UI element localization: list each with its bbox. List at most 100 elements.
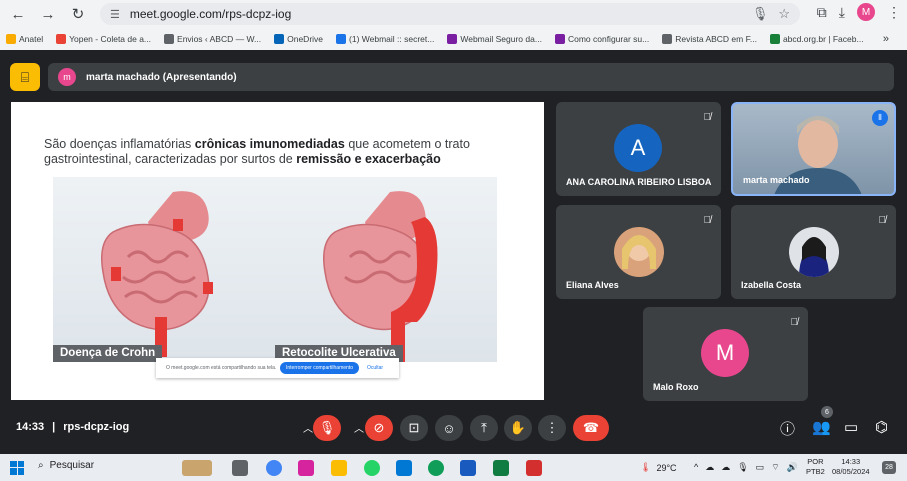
onedrive-icon[interactable]: ☁ <box>721 462 730 473</box>
menu-icon[interactable]: ⋮ <box>887 4 901 21</box>
browser-toolbar: ← → ↻ ⌂ ☰ meet.google.com/rps-dcpz-iog 🎙… <box>0 0 907 28</box>
language-code: POR <box>807 457 824 466</box>
participant-tile[interactable]: M 🎙̸ Malo Roxo <box>643 307 808 401</box>
mic-off-icon: 🎙̸ <box>703 112 712 123</box>
chrome-icon[interactable] <box>266 460 282 476</box>
instagram-icon[interactable] <box>298 460 314 476</box>
mic-off-button[interactable]: 🎙 <box>313 415 341 441</box>
bookmark-item[interactable]: Anatel <box>6 34 43 44</box>
bookmark-icon <box>274 34 285 44</box>
microphone-icon[interactable]: 🎙 <box>752 6 769 22</box>
extensions-icon[interactable]: ⧉ <box>817 4 827 21</box>
info-icon[interactable]: ⓘ <box>780 418 795 439</box>
taskbar-search[interactable]: ⌕ Pesquisar <box>38 460 94 471</box>
volume-icon[interactable]: 🔊 <box>787 462 798 473</box>
file-explorer-icon[interactable] <box>331 460 347 476</box>
presenter-avatar: m <box>58 68 76 86</box>
slide-text-part: gastrointestinal, caracterizadas por sur… <box>44 152 297 166</box>
download-icon[interactable]: ⤓ <box>839 4 845 21</box>
intestine-ulcerative-image <box>323 191 438 362</box>
video-options-chevron-icon[interactable]: ︿ <box>354 420 364 435</box>
address-bar[interactable]: ☰ meet.google.com/rps-dcpz-iog 🎙 ☆ <box>100 3 800 25</box>
bookmark-icon <box>56 34 67 44</box>
captions-button[interactable]: ⊡ <box>400 415 428 441</box>
taskbar-clock[interactable]: 14:33 08/05/2024 <box>832 457 870 477</box>
bookmark-icon <box>769 34 780 44</box>
weather-widget[interactable]: 🌡 29°C <box>640 462 677 473</box>
chevron-up-icon[interactable]: ^ <box>694 462 698 473</box>
bookmark-item[interactable]: abcd.org.br | Faceb... <box>769 34 864 44</box>
people-icon[interactable]: 👥 <box>812 418 831 436</box>
participant-name: Malo Roxo <box>653 382 699 392</box>
mic-off-icon: 🎙̸ <box>878 215 887 226</box>
more-bookmarks-icon[interactable]: » <box>883 33 889 45</box>
activities-icon[interactable]: ⌬ <box>875 418 888 436</box>
participant-tile[interactable]: 🎙̸ Izabella Costa <box>731 205 896 299</box>
photo-izabella <box>799 237 829 277</box>
system-tray: ^ ☁ ☁ 🎙 ▭ ⌔ 🔊 <box>694 462 798 473</box>
slide-text: São doenças inflamatórias crônicas imuno… <box>44 137 524 167</box>
crohn-panel: Doença de Crohn <box>53 177 275 362</box>
raise-hand-button[interactable]: ✋ <box>504 415 532 441</box>
participant-tile-active[interactable]: ⦀ marta machado <box>731 102 896 196</box>
cloud-icon[interactable]: ☁ <box>705 462 714 473</box>
profile-avatar[interactable]: M <box>857 3 875 21</box>
bookmark-item[interactable]: Revista ABCD em F... <box>662 34 757 44</box>
notification-badge[interactable]: 28 <box>882 461 896 474</box>
bookmark-item[interactable]: Como configurar su... <box>554 34 649 44</box>
emoji-button[interactable]: ☺ <box>435 415 463 441</box>
photo-eliana <box>622 235 656 269</box>
bookmark-icon <box>662 34 673 44</box>
task-view-icon[interactable] <box>232 460 248 476</box>
meeting-time: 14:33 <box>16 421 45 433</box>
participant-tile[interactable]: A 🎙̸ ANA CAROLINA RIBEIRO LISBOA <box>556 102 721 196</box>
chat-icon[interactable]: ▭ <box>844 418 858 436</box>
word-icon[interactable] <box>460 460 476 476</box>
start-icon[interactable] <box>10 460 24 475</box>
bookmark-icon <box>447 34 458 44</box>
site-info-icon[interactable]: ☰ <box>110 8 120 21</box>
participant-avatar: A <box>614 124 662 172</box>
bookmark-item[interactable]: Yopen - Coleta de a... <box>56 34 151 44</box>
leave-call-button[interactable]: ☎ <box>573 415 609 441</box>
outlook-icon[interactable] <box>396 460 412 476</box>
bookmark-item[interactable]: Envios ‹ ABCD — W... <box>164 34 261 44</box>
clock-time: 14:33 <box>841 457 861 466</box>
participant-name: marta machado <box>743 175 810 185</box>
reload-icon[interactable]: ↻ <box>66 2 90 26</box>
stop-sharing-button[interactable]: Interromper compartilhamento <box>280 362 359 374</box>
whatsapp-icon[interactable] <box>364 460 380 476</box>
bookmark-icon <box>554 34 565 44</box>
more-options-button[interactable]: ⋮ <box>538 415 566 441</box>
audio-options-chevron-icon[interactable]: ︿ <box>303 420 313 435</box>
slide-text-bold: remissão e exacerbação <box>296 152 441 166</box>
bookmark-icon <box>6 34 16 44</box>
participant-avatar: M <box>701 329 749 377</box>
participant-tile[interactable]: 🎙̸ Eliana Alves <box>556 205 721 299</box>
bookmark-item[interactable]: OneDrive <box>274 34 323 44</box>
meet-area: ⌸ m marta machado (Apresentando) São doe… <box>0 50 907 454</box>
bookmark-item[interactable]: (1) Webmail :: secret... <box>336 34 434 44</box>
back-icon[interactable]: ← <box>6 2 30 26</box>
battery-icon[interactable]: ▭ <box>756 462 765 473</box>
bookmark-star-icon[interactable]: ☆ <box>778 6 790 22</box>
participant-name: Izabella Costa <box>741 280 802 290</box>
camera-off-button[interactable]: ⊘ <box>365 415 393 441</box>
intestine-crohn-image <box>101 191 213 357</box>
pdf-reader-icon[interactable] <box>526 460 542 476</box>
present-button[interactable]: ⤒ <box>470 415 498 441</box>
hide-button[interactable]: Ocultar <box>367 365 383 371</box>
search-icon: ⌕ <box>38 460 44 471</box>
clock-date: 08/05/2024 <box>832 467 870 476</box>
edge-icon[interactable] <box>428 460 444 476</box>
url-text[interactable]: meet.google.com/rps-dcpz-iog <box>130 7 291 21</box>
excel-icon[interactable] <box>493 460 509 476</box>
network-icon[interactable]: ⌔ <box>771 462 779 473</box>
slide-text-bold: crônicas imunomediadas <box>194 137 345 151</box>
language-indicator[interactable]: POR PTB2 <box>806 457 825 477</box>
forward-icon[interactable]: → <box>36 2 60 26</box>
bookmark-item[interactable]: Webmail Seguro da... <box>447 34 542 44</box>
presentation-icon[interactable]: ⌸ <box>10 63 40 91</box>
mic-tray-icon[interactable]: 🎙 <box>737 462 748 473</box>
browser-chrome: ← → ↻ ⌂ ☰ meet.google.com/rps-dcpz-iog 🎙… <box>0 0 907 50</box>
